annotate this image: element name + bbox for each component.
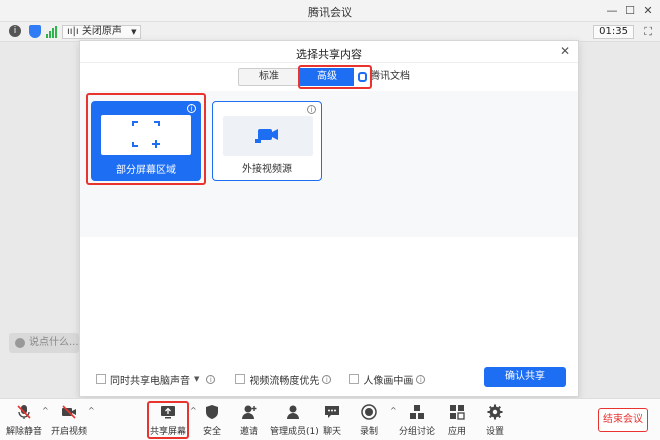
manage-members-button[interactable]: 管理成员(1) [270, 404, 319, 438]
info-icon[interactable]: i [416, 374, 426, 384]
portrait-checkbox[interactable] [349, 374, 360, 384]
add-user-icon [241, 404, 257, 420]
portrait-label: 人像画中画 [363, 375, 414, 387]
window-title: 腾讯会议 [308, 6, 352, 19]
share-sound-option[interactable]: 同时共享电脑声音 ▼ i [96, 372, 216, 387]
video-off-icon [61, 404, 77, 420]
record-icon [361, 404, 377, 420]
start-video-button[interactable]: 开启视频 [49, 404, 89, 438]
start-video-label: 开启视频 [50, 427, 87, 437]
maximize-icon[interactable]: ☐ [622, 3, 638, 19]
highlight-partial-card [86, 93, 206, 185]
external-video-preview [223, 116, 313, 156]
share-sound-label: 同时共享电脑声音 [110, 375, 190, 387]
share-content-dialog: 选择共享内容 ✕ 标准 高级 腾讯文档 i 部分屏幕区域 i 外接视频源 同时共… [79, 40, 579, 397]
title-bar: 腾讯会议 — ☐ ✕ [0, 0, 660, 22]
record-button[interactable]: 录制 [349, 404, 389, 438]
dialog-close-icon[interactable]: ✕ [560, 44, 570, 58]
chevron-down-icon[interactable]: ▼ [131, 28, 136, 36]
chat-label: 聊天 [322, 427, 341, 437]
breakout-rooms-icon [409, 404, 425, 420]
meeting-toolbar: 解除静音 ^ 开启视频 ^ 共享屏幕 ^ 安全 邀请 管理成员(1) 聊天 录制… [0, 398, 660, 440]
share-sound-checkbox[interactable] [96, 374, 106, 384]
minimize-icon[interactable]: — [604, 3, 620, 19]
tab-standard[interactable]: 标准 [238, 68, 300, 86]
portrait-option[interactable]: 人像画中画 i [349, 372, 426, 387]
chat-button[interactable]: 聊天 [312, 404, 352, 438]
chat-icon [324, 404, 340, 420]
video-smooth-checkbox[interactable] [235, 374, 246, 384]
emoji-icon[interactable] [15, 338, 25, 348]
record-label: 录制 [359, 427, 378, 437]
breakout-label: 分组讨论 [398, 427, 435, 437]
chevron-up-icon[interactable]: ^ [390, 406, 397, 415]
external-video-card[interactable]: i 外接视频源 [212, 101, 322, 181]
mic-muted-icon [16, 404, 32, 420]
highlight-advanced-tab [298, 65, 372, 89]
info-icon[interactable]: i [9, 25, 21, 37]
shield-icon [204, 404, 220, 420]
gear-icon [487, 404, 503, 420]
security-button[interactable]: 安全 [192, 404, 232, 438]
chat-placeholder: 说点什么... [29, 337, 79, 348]
external-video-label: 外接视频源 [242, 164, 292, 175]
audio-wave-icon: ıı|ı [67, 26, 82, 37]
audio-label: 关闭原声 [81, 26, 122, 37]
end-meeting-button[interactable]: 结束会议 [598, 408, 648, 432]
video-smooth-label: 视频流畅度优先 [249, 375, 320, 387]
fullscreen-icon[interactable]: ⛶ [644, 25, 652, 39]
chevron-up-icon[interactable]: ^ [42, 406, 49, 415]
invite-label: 邀请 [239, 427, 258, 437]
meeting-timer: 01:35 [593, 25, 634, 39]
settings-label: 设置 [485, 427, 504, 437]
members-label: 管理成员(1) [270, 427, 319, 437]
chevron-up-icon[interactable]: ^ [88, 406, 95, 415]
chevron-down-icon[interactable]: ▼ [194, 375, 199, 383]
security-shield-icon[interactable] [29, 25, 41, 38]
invite-button[interactable]: 邀请 [229, 404, 269, 438]
unmute-button[interactable]: 解除静音 [4, 404, 44, 438]
original-sound-toggle[interactable]: ıı|ı 关闭原声 ▼ [62, 25, 142, 39]
apps-icon [449, 404, 465, 420]
security-label: 安全 [202, 427, 221, 437]
apps-label: 应用 [447, 427, 466, 437]
chat-input[interactable]: 说点什么... [9, 333, 79, 353]
meeting-info-bar: i ıı|ı 关闭原声 ▼ 01:35 ⛶ [0, 22, 660, 42]
settings-button[interactable]: 设置 [475, 404, 515, 438]
video-smooth-option[interactable]: 视频流畅度优先 i [235, 372, 332, 387]
breakout-button[interactable]: 分组讨论 [397, 404, 437, 438]
camera-icon [255, 129, 278, 143]
close-icon[interactable]: ✕ [640, 3, 656, 19]
info-icon[interactable]: i [206, 374, 216, 384]
signal-icon [46, 25, 58, 39]
members-icon [285, 404, 301, 420]
share-options: 同时共享电脑声音 ▼ i 视频流畅度优先 i 人像画中画 i [96, 372, 435, 387]
highlight-share-screen [147, 401, 189, 439]
info-icon[interactable]: i [322, 374, 332, 384]
dialog-title: 选择共享内容 [296, 48, 362, 61]
apps-button[interactable]: 应用 [437, 404, 477, 438]
confirm-share-button[interactable]: 确认共享 [484, 367, 566, 387]
unmute-label: 解除静音 [5, 427, 42, 437]
info-icon[interactable]: i [307, 105, 316, 114]
tab-docs-label: 腾讯文档 [370, 71, 410, 82]
